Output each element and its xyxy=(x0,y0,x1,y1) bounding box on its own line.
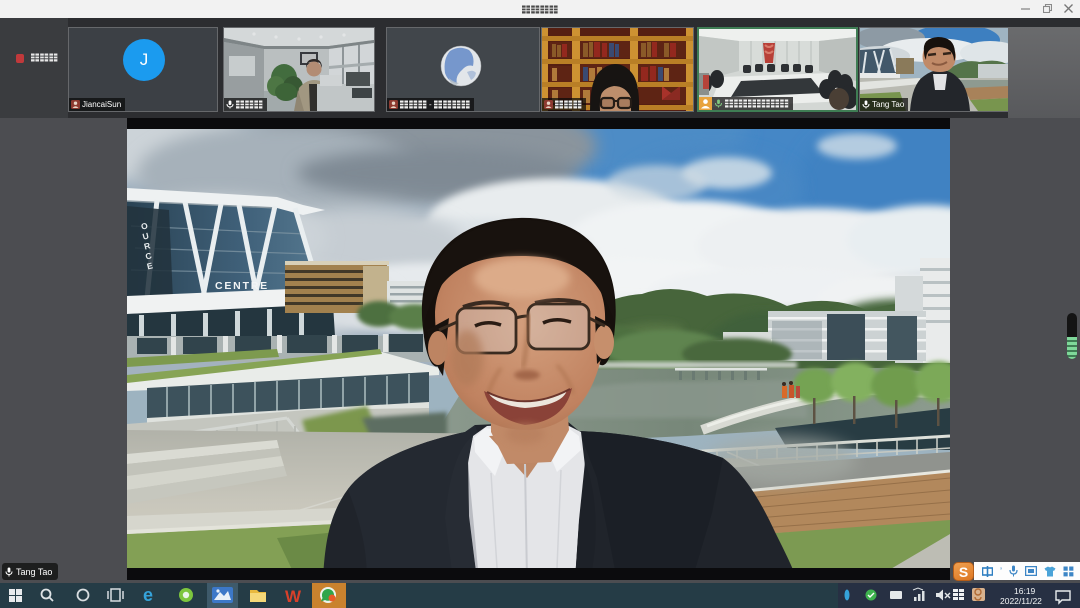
svg-text:2022/11/22: 2022/11/22 xyxy=(1000,596,1042,606)
svg-text:16:19: 16:19 xyxy=(1014,586,1036,596)
svg-text:CENTRE: CENTRE xyxy=(215,280,269,292)
svg-text:e: e xyxy=(143,585,153,605)
svg-text:W: W xyxy=(285,587,302,606)
